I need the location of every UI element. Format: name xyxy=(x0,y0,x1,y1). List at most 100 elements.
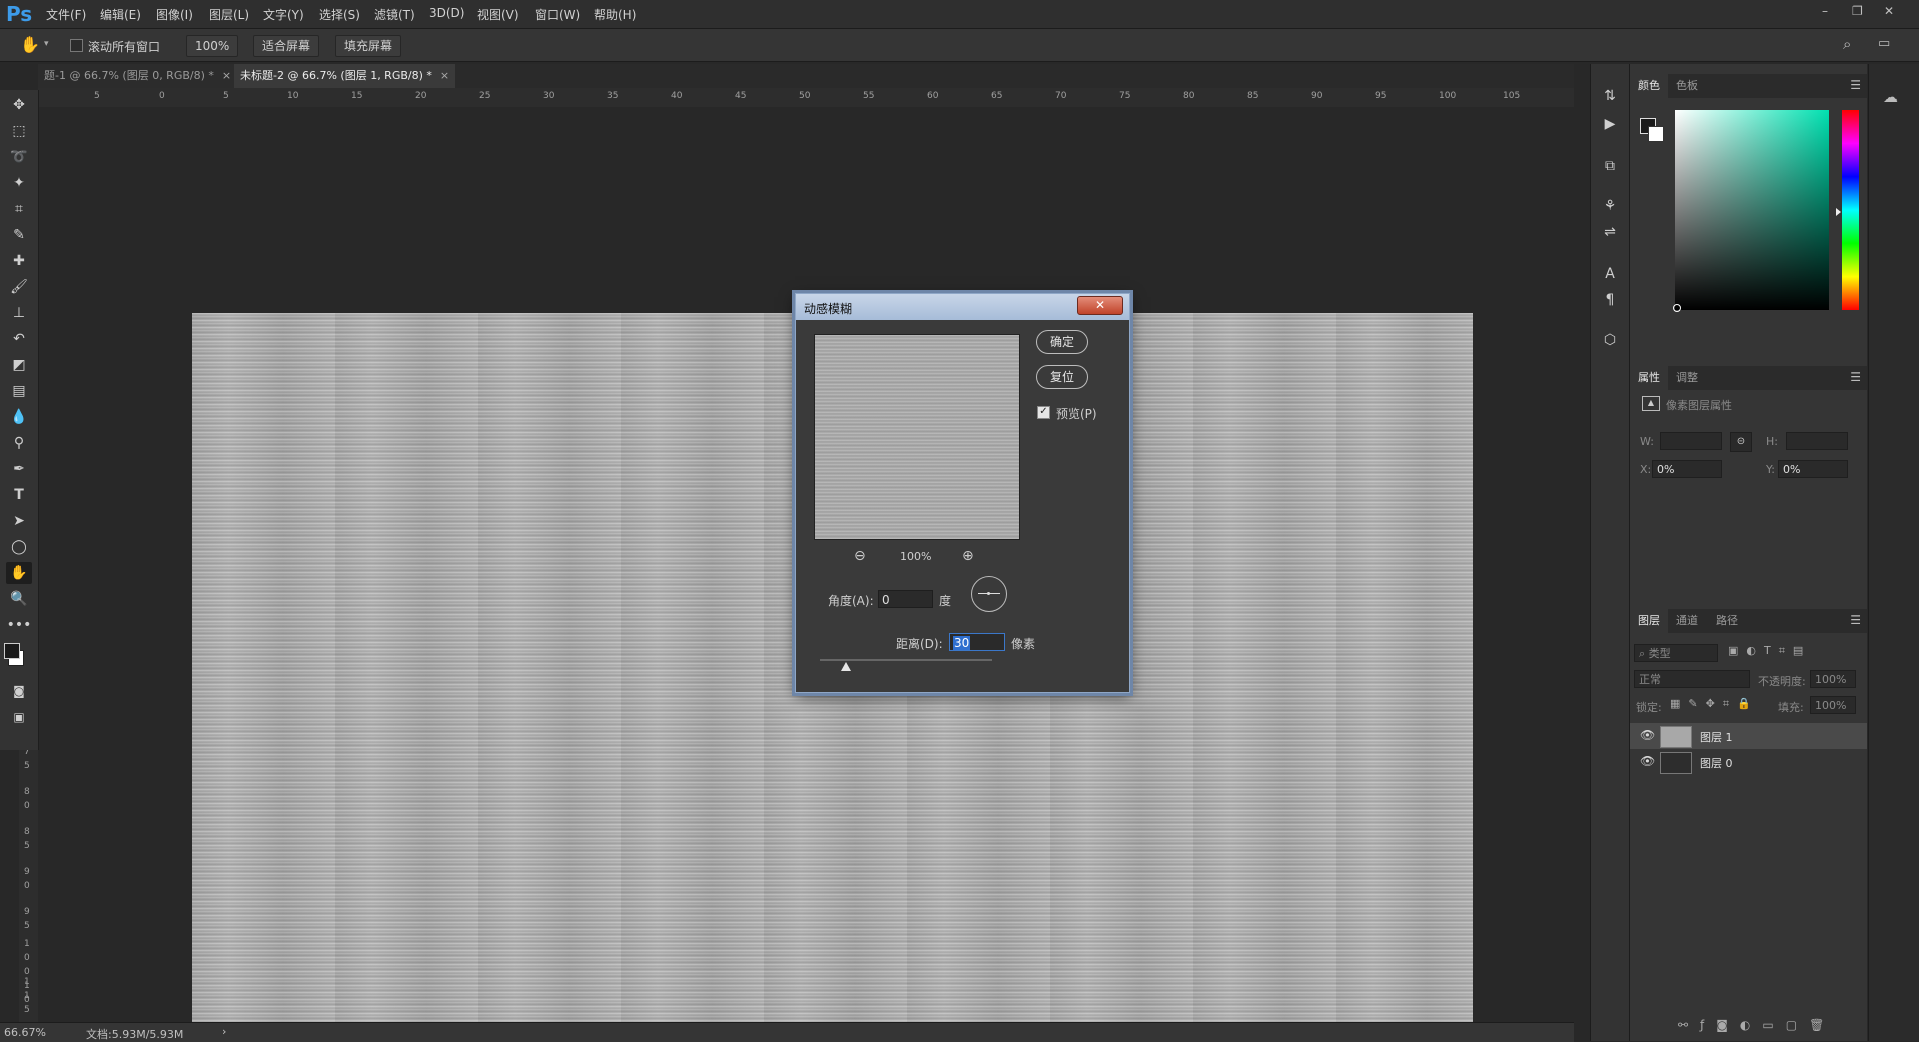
foreground-color-swatch[interactable] xyxy=(4,643,20,659)
restore-button[interactable]: ❐ xyxy=(1852,4,1863,18)
distance-input[interactable]: 30 xyxy=(949,633,1005,651)
lock-icons[interactable]: ▦✎✥⌗🔒 xyxy=(1670,697,1759,711)
hand-tool-icon[interactable]: ✋ xyxy=(20,35,40,54)
screen-mode-icon[interactable]: ▣ xyxy=(6,706,32,728)
healing-brush-icon[interactable]: ✚ xyxy=(6,250,32,272)
menu-3d[interactable]: 3D(D) xyxy=(429,6,464,20)
filter-preview[interactable] xyxy=(814,334,1020,540)
brush-tool-icon[interactable]: 🖌 xyxy=(6,276,32,298)
magic-wand-icon[interactable]: ✦ xyxy=(6,172,32,194)
close-icon[interactable]: × xyxy=(222,69,231,82)
menu-type[interactable]: 文字(Y) xyxy=(263,6,304,23)
distance-slider-track[interactable] xyxy=(820,659,992,671)
fill-field[interactable]: 100% xyxy=(1810,696,1856,714)
crop-tool-icon[interactable]: ⌗ xyxy=(6,198,32,220)
eye-icon[interactable]: 👁 xyxy=(1640,728,1655,742)
type-tool-icon[interactable]: T xyxy=(6,484,32,506)
menu-image[interactable]: 图像(I) xyxy=(156,6,193,23)
minimize-button[interactable]: – xyxy=(1822,4,1828,18)
layer-filter-select[interactable]: ⌕ 类型 xyxy=(1634,644,1718,662)
hue-slider[interactable] xyxy=(1836,110,1859,310)
menu-layer[interactable]: 图层(L) xyxy=(209,6,249,23)
lasso-tool-icon[interactable]: ➰ xyxy=(6,146,32,168)
path-select-icon[interactable]: ➤ xyxy=(6,510,32,532)
scroll-all-checkbox[interactable] xyxy=(70,39,83,52)
background-color-swatch[interactable] xyxy=(1648,126,1664,142)
eraser-tool-icon[interactable]: ◩ xyxy=(6,354,32,376)
link-icon[interactable]: ⊝ xyxy=(1730,432,1752,452)
menu-edit[interactable]: 编辑(E) xyxy=(100,6,141,23)
marquee-tool-icon[interactable]: ⬚ xyxy=(6,120,32,142)
tab-adjustments[interactable]: 调整 xyxy=(1668,366,1706,390)
close-icon[interactable]: ✕ xyxy=(1077,296,1123,315)
tab-paths[interactable]: 路径 xyxy=(1708,609,1746,633)
dialog-titlebar[interactable]: 动感模糊 ✕ xyxy=(796,294,1129,320)
panel-menu-icon[interactable]: ☰ xyxy=(1850,370,1861,384)
distance-slider-thumb[interactable] xyxy=(840,662,851,671)
history-brush-icon[interactable]: ↶ xyxy=(6,328,32,350)
quick-mask-icon[interactable]: ◙ xyxy=(6,680,32,702)
history-icon[interactable]: ⇅ xyxy=(1600,86,1620,106)
menu-select[interactable]: 选择(S) xyxy=(319,6,360,23)
layer-row[interactable]: 👁 图层 0 xyxy=(1630,749,1867,775)
zoom-out-icon[interactable]: ⊖ xyxy=(854,548,866,564)
color-picker-field[interactable] xyxy=(1673,110,1829,312)
close-window-button[interactable]: ✕ xyxy=(1884,4,1894,18)
close-icon[interactable]: × xyxy=(440,69,449,82)
angle-input[interactable]: 0 xyxy=(878,590,933,608)
ok-button[interactable]: 确定 xyxy=(1036,330,1088,354)
opacity-field[interactable]: 100% xyxy=(1810,670,1856,688)
layer-actions-icons[interactable]: ⚯ƒ◙◐▭▢🗑 xyxy=(1678,1018,1836,1032)
blend-mode-select[interactable]: 正常 xyxy=(1634,670,1750,688)
menu-file[interactable]: 文件(F) xyxy=(46,6,86,23)
eyedropper-icon[interactable]: ✎ xyxy=(6,224,32,246)
hand-tool-icon[interactable]: ✋ xyxy=(6,562,32,584)
zoom-100-button[interactable]: 100% xyxy=(186,35,239,57)
blur-tool-icon[interactable]: 💧 xyxy=(6,406,32,428)
paragraph-icon[interactable]: ¶ xyxy=(1600,290,1620,310)
hue-slider-marker[interactable] xyxy=(1836,208,1841,216)
tab-document-2[interactable]: 未标题-2 @ 66.7% (图层 1, RGB/8) * × xyxy=(234,64,456,88)
zoom-in-icon[interactable]: ⊕ xyxy=(962,548,974,564)
menu-help[interactable]: 帮助(H) xyxy=(594,6,636,23)
menu-filter[interactable]: 滤镜(T) xyxy=(374,6,415,23)
zoom-level[interactable]: 66.67% xyxy=(4,1026,46,1039)
preview-checkbox[interactable]: ✓ xyxy=(1037,406,1050,419)
layer-row[interactable]: 👁 图层 1 xyxy=(1630,723,1867,749)
dodge-tool-icon[interactable]: ⚲ xyxy=(6,432,32,454)
panel-menu-icon[interactable]: ☰ xyxy=(1850,78,1861,92)
menu-window[interactable]: 窗口(W) xyxy=(535,6,580,23)
character-icon[interactable]: A xyxy=(1600,264,1620,284)
layer-filter-icons[interactable]: ▣◐T⌗▤ xyxy=(1728,644,1811,658)
clone-stamp-icon[interactable]: ⊥ xyxy=(6,302,32,324)
adjustments-icon[interactable]: ⇌ xyxy=(1600,222,1620,242)
tab-channels[interactable]: 通道 xyxy=(1668,609,1706,633)
eye-icon[interactable]: 👁 xyxy=(1640,754,1655,768)
tab-properties[interactable]: 属性 xyxy=(1630,366,1668,390)
libraries-icon[interactable]: ☁ xyxy=(1883,88,1898,106)
fill-screen-button[interactable]: 填充屏幕 xyxy=(335,35,402,57)
tab-swatches[interactable]: 色板 xyxy=(1668,74,1706,98)
panel-menu-icon[interactable]: ☰ xyxy=(1850,613,1861,627)
chevron-down-icon[interactable]: ▾ xyxy=(44,39,49,49)
zoom-tool-icon[interactable]: 🔍 xyxy=(6,588,32,610)
color-picker-marker[interactable] xyxy=(1673,304,1681,312)
x-field[interactable]: 0% xyxy=(1652,460,1722,478)
status-arrow-icon[interactable]: › xyxy=(222,1025,226,1038)
angle-dial[interactable] xyxy=(971,576,1007,612)
reset-button[interactable]: 复位 xyxy=(1036,365,1088,389)
tab-document-1[interactable]: 题-1 @ 66.7% (图层 0, RGB/8) * × xyxy=(38,64,238,88)
width-field[interactable] xyxy=(1660,432,1722,450)
height-field[interactable] xyxy=(1786,432,1848,450)
tab-color[interactable]: 颜色 xyxy=(1630,74,1668,98)
brush-presets-icon[interactable]: ⚘ xyxy=(1600,196,1620,216)
gradient-tool-icon[interactable]: ▤ xyxy=(6,380,32,402)
clone-source-icon[interactable]: ⧉ xyxy=(1600,156,1620,176)
pen-tool-icon[interactable]: ✒ xyxy=(6,458,32,480)
actions-play-icon[interactable]: ▶ xyxy=(1600,114,1620,134)
tab-layers[interactable]: 图层 xyxy=(1630,609,1668,633)
fit-screen-button[interactable]: 适合屏幕 xyxy=(253,35,320,57)
move-tool-icon[interactable]: ✥ xyxy=(6,94,32,116)
3d-icon[interactable]: ⬡ xyxy=(1600,330,1620,350)
y-field[interactable]: 0% xyxy=(1778,460,1848,478)
